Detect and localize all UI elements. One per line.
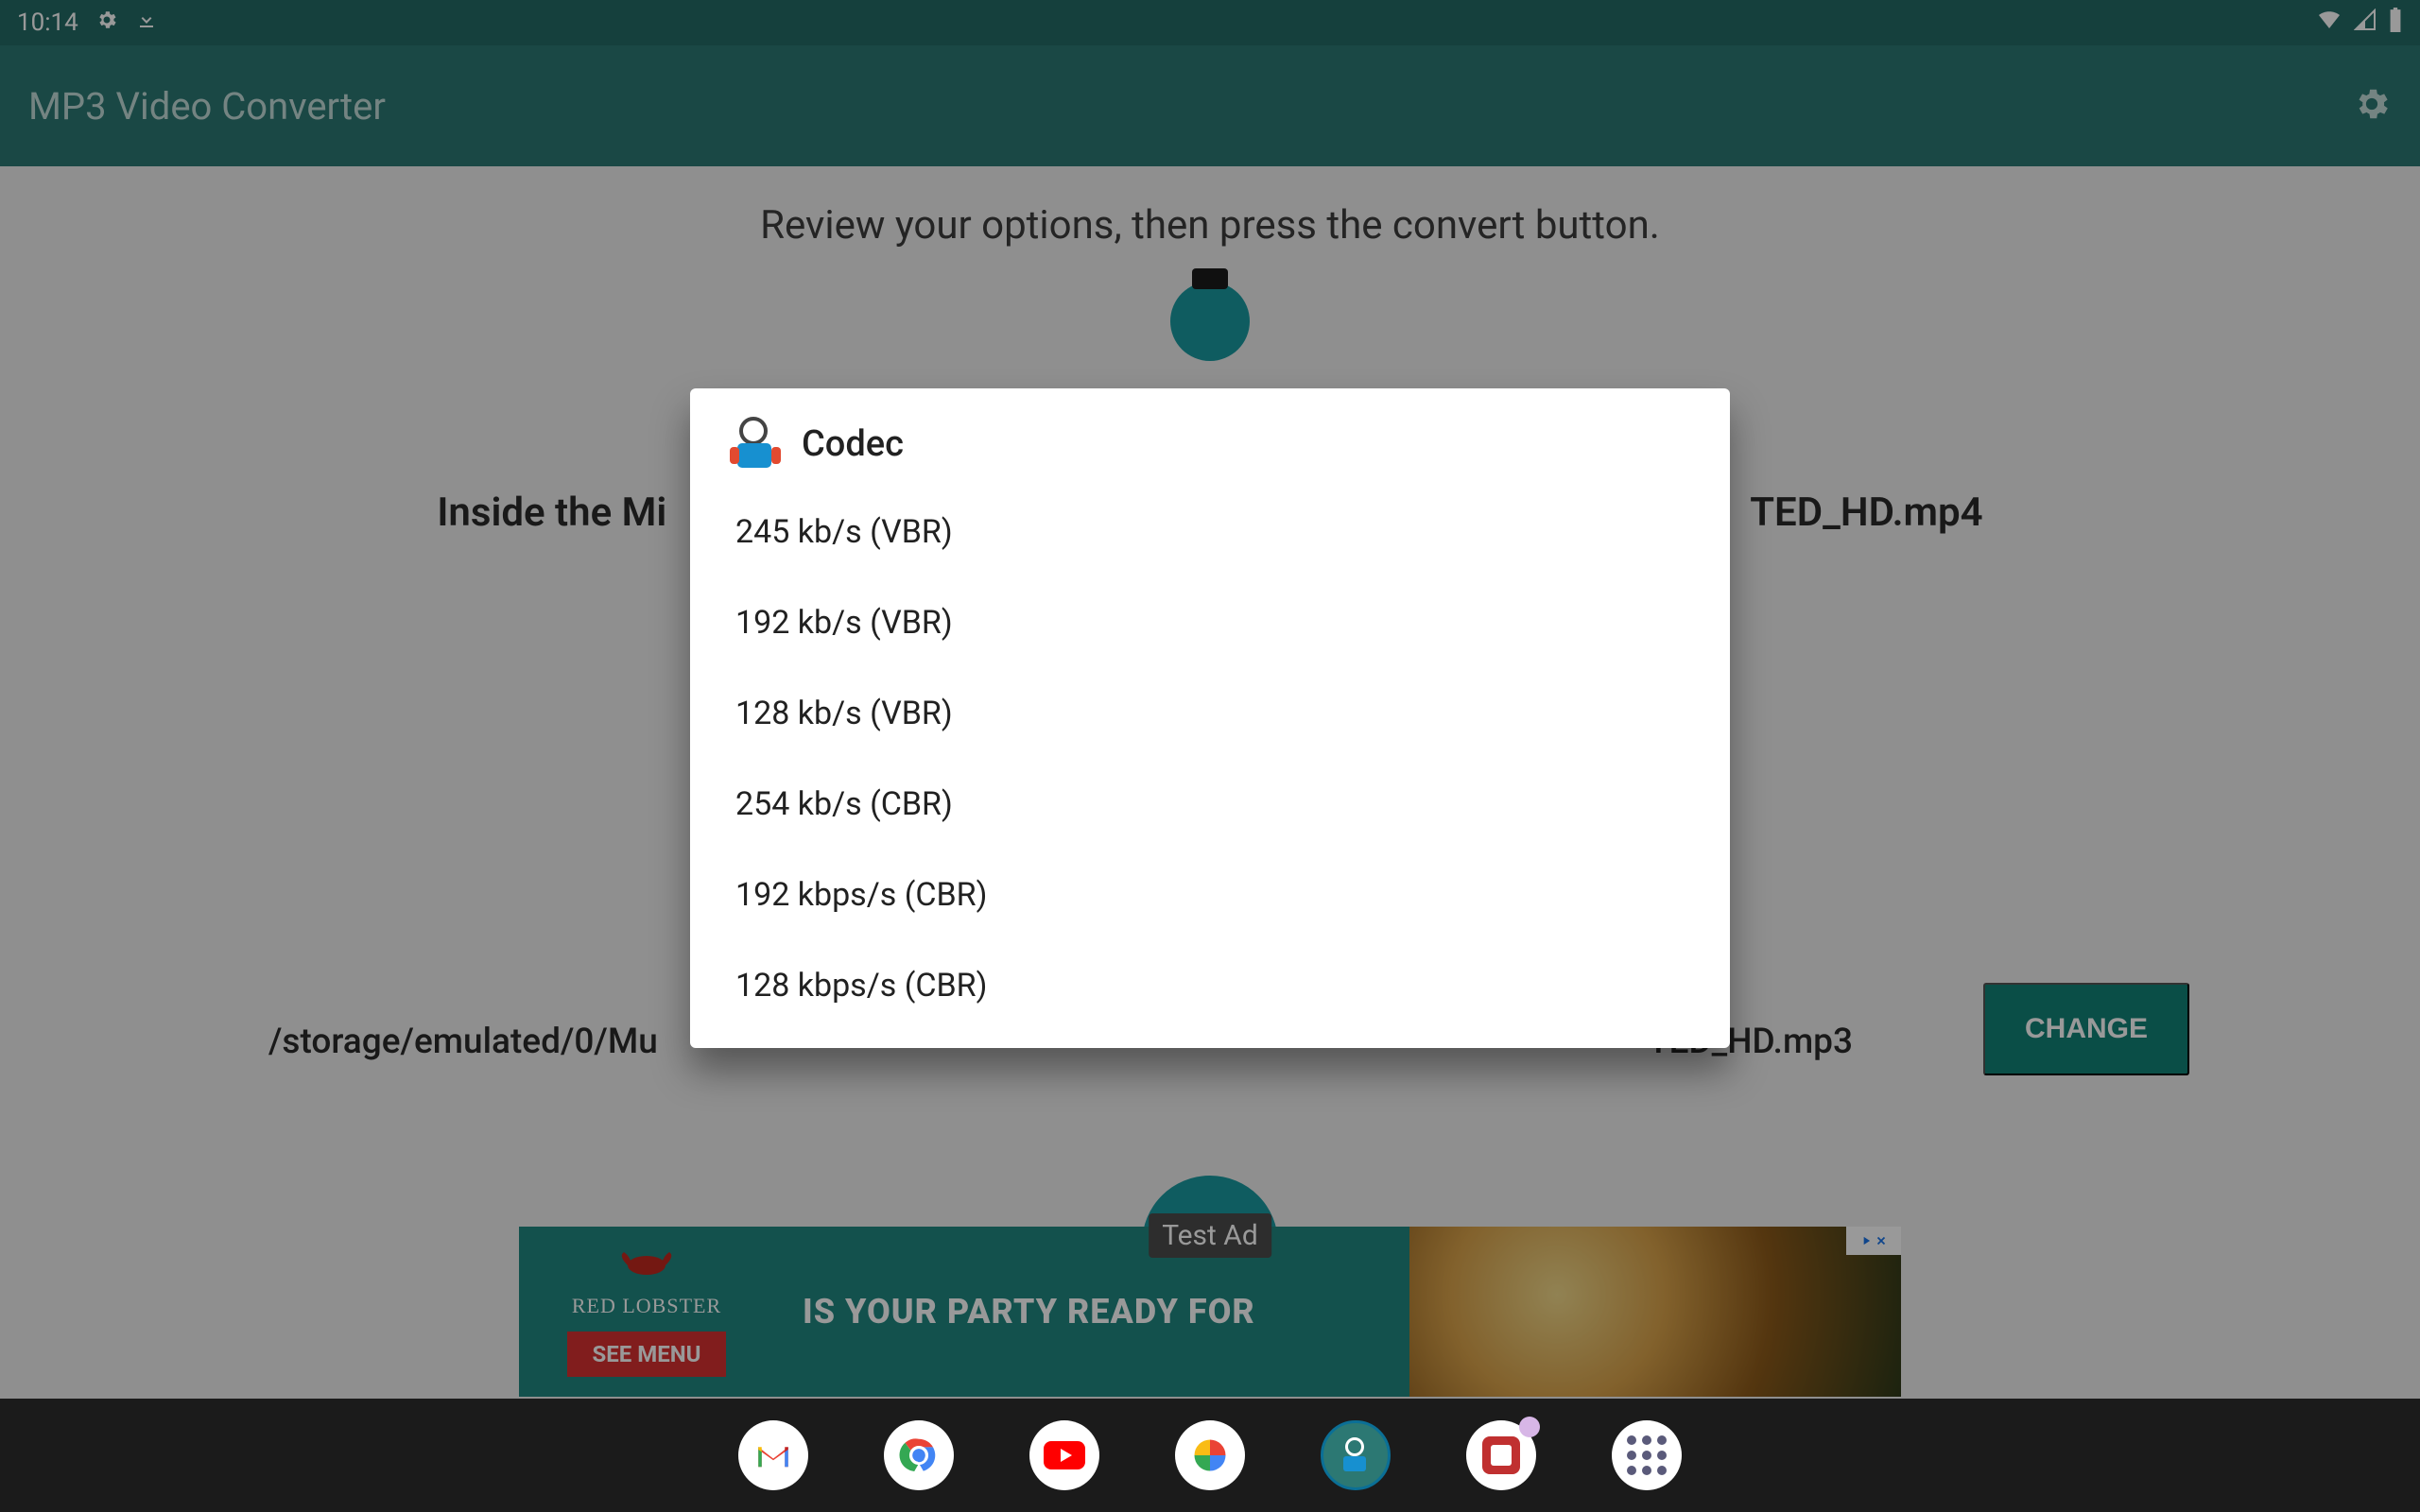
dialog-header: Codec [690,388,1730,487]
nav-gmail-icon[interactable] [738,1420,808,1490]
nav-app-icon[interactable] [1466,1420,1536,1490]
notification-badge [1519,1417,1540,1437]
codec-option[interactable]: 128 kbps/s (CBR) [690,940,1730,1031]
nav-photos-icon[interactable] [1175,1420,1245,1490]
dialog-title: Codec [802,423,904,465]
codec-dialog: Codec 245 kb/s (VBR) 192 kb/s (VBR) 128 … [690,388,1730,1048]
codec-option[interactable]: 254 kb/s (CBR) [690,759,1730,850]
codec-option[interactable]: 192 kb/s (VBR) [690,577,1730,668]
nav-chrome-icon[interactable] [884,1420,954,1490]
navigation-bar [0,1399,2420,1512]
app-headphones-icon [732,421,779,468]
codec-option[interactable]: 192 kbps/s (CBR) [690,850,1730,940]
codec-option[interactable]: 245 kb/s (VBR) [690,487,1730,577]
nav-app-drawer-icon[interactable] [1612,1420,1682,1490]
nav-current-app-icon[interactable] [1321,1420,1391,1490]
device-screen: 10:14 MP3 Video Converter [0,0,2420,1512]
codec-option[interactable]: 128 kb/s (VBR) [690,668,1730,759]
nav-youtube-icon[interactable] [1029,1420,1099,1490]
